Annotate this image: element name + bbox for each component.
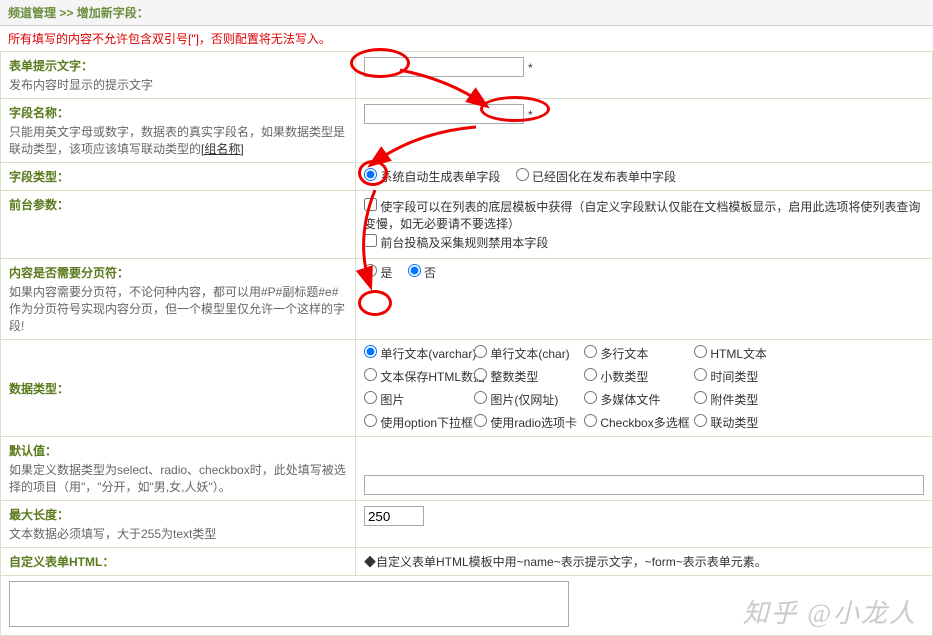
frontparam-cb2[interactable]: 前台投稿及采集规则禁用本字段 <box>364 236 548 250</box>
fieldtype-opt2[interactable]: 已经固化在发布表单中字段 <box>516 168 676 185</box>
maxlen-desc: 文本数据必须填写，大于255为text类型 <box>9 525 347 542</box>
dt-image[interactable]: 图片 <box>364 391 462 408</box>
pageflag-no[interactable]: 否 <box>408 264 436 281</box>
fieldname-desc: 只能用英文字母或数字，数据表的真实字段名，如果数据类型是联动类型，该项应该填写联… <box>9 123 347 157</box>
dt-media[interactable]: 多媒体文件 <box>584 391 682 408</box>
default-input[interactable] <box>364 475 924 495</box>
dt-varchar[interactable]: 单行文本(varchar) <box>364 345 462 362</box>
breadcrumb-sep: >> <box>56 6 77 20</box>
frontparam-cb1[interactable]: 使字段可以在列表的底层模板中获得（自定义字段默认仅能在文档模板显示，启用此选项将… <box>364 200 920 231</box>
form-table: 表单提示文字： 发布内容时显示的提示文字 * 字段名称： 只能用英文字母或数字，… <box>0 51 933 636</box>
maxlen-title: 最大长度： <box>9 506 347 523</box>
breadcrumb: 频道管理 >> 增加新字段： <box>0 0 933 26</box>
default-title: 默认值： <box>9 442 347 459</box>
pageflag-yes[interactable]: 是 <box>364 264 392 281</box>
fieldname-title: 字段名称： <box>9 104 347 121</box>
fieldname-star: * <box>528 108 533 122</box>
dt-multitext[interactable]: 多行文本 <box>584 345 682 362</box>
dt-time[interactable]: 时间类型 <box>694 368 792 385</box>
breadcrumb-b: 增加新字段： <box>77 6 149 20</box>
frontparam-title: 前台参数： <box>9 196 347 213</box>
maxlen-input[interactable] <box>364 506 424 526</box>
dt-savehtml[interactable]: 文本保存HTML数据 <box>364 368 462 385</box>
hint-desc: 发布内容时显示的提示文字 <box>9 76 347 93</box>
datatype-title: 数据类型： <box>9 380 347 397</box>
warning-text: 所有填写的内容不允许包含双引号["]，否则配置将无法写入。 <box>0 26 933 51</box>
dt-int[interactable]: 整数类型 <box>474 368 572 385</box>
dt-imageurl[interactable]: 图片(仅网址) <box>474 391 572 408</box>
dt-radio[interactable]: 使用radio选项卡 <box>474 414 572 431</box>
customhtml-textarea[interactable] <box>9 581 569 627</box>
fieldname-input[interactable] <box>364 104 524 124</box>
fieldtype-title: 字段类型： <box>9 168 347 185</box>
default-desc: 如果定义数据类型为select、radio、checkbox时，此处填写被选择的… <box>9 461 347 495</box>
fieldtype-opt1[interactable]: 系统自动生成表单字段 <box>364 168 500 185</box>
groupname-link[interactable]: [组名称] <box>201 142 244 156</box>
dt-htmltext[interactable]: HTML文本 <box>694 345 792 362</box>
dt-checkbox[interactable]: Checkbox多选框 <box>584 414 682 431</box>
hint-input[interactable] <box>364 57 524 77</box>
dt-attach[interactable]: 附件类型 <box>694 391 792 408</box>
hint-title: 表单提示文字： <box>9 57 347 74</box>
dt-option[interactable]: 使用option下拉框 <box>364 414 462 431</box>
customhtml-title: 自定义表单HTML： <box>9 553 347 570</box>
hint-star: * <box>528 61 533 75</box>
dt-linkage[interactable]: 联动类型 <box>694 414 792 431</box>
dt-float[interactable]: 小数类型 <box>584 368 682 385</box>
customhtml-note: ◆自定义表单HTML模板中用~name~表示提示文字，~form~表示表单元素。 <box>364 553 924 570</box>
pageflag-desc: 如果内容需要分页符，不论何种内容，都可以用#P#副标题#e#作为分页符号实现内容… <box>9 283 347 334</box>
dt-char[interactable]: 单行文本(char) <box>474 345 572 362</box>
pageflag-title: 内容是否需要分页符： <box>9 264 347 281</box>
breadcrumb-a[interactable]: 频道管理 <box>8 6 56 20</box>
